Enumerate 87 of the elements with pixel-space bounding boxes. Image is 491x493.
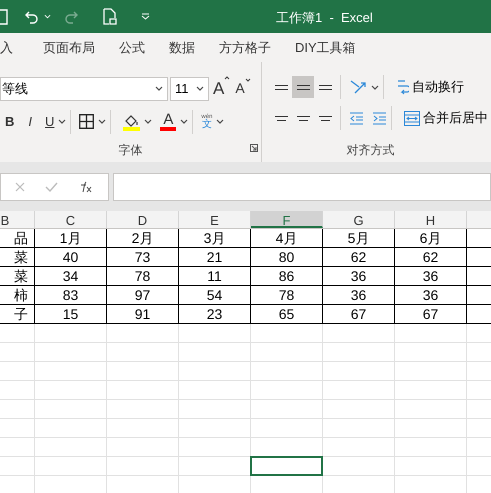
borders-icon[interactable] [79, 114, 94, 129]
group-label: 对齐方式 [346, 142, 394, 159]
column-header[interactable]: B [0, 211, 10, 228]
ribbon-tab[interactable]: 入 [0, 38, 13, 58]
caret-icon[interactable] [58, 119, 66, 124]
table-cell: 36 [350, 269, 366, 283]
table-cell: 23 [206, 307, 222, 321]
redo-icon [63, 8, 79, 24]
check-icon[interactable] [45, 182, 58, 192]
table-cell: 62 [422, 250, 438, 264]
caret-icon[interactable] [371, 84, 379, 90]
table-cell: 91 [134, 307, 150, 321]
font-size-field[interactable]: 11 [170, 76, 209, 101]
font-name-field[interactable]: 等线 [0, 76, 168, 101]
table-cell: 80 [278, 250, 294, 264]
merge-center-button[interactable]: 合并后居中 [423, 108, 488, 128]
customize-icon[interactable] [141, 13, 150, 20]
decrease-indent-icon[interactable] [349, 112, 364, 124]
font-color-button[interactable]: A [160, 112, 176, 131]
column-header[interactable]: F [282, 211, 290, 226]
table-cell: 86 [278, 269, 294, 283]
increase-indent-icon[interactable] [372, 112, 387, 124]
selected-cell[interactable] [250, 456, 323, 476]
wrap-text-icon[interactable] [396, 79, 409, 95]
ribbon-tab[interactable]: 公式 [107, 38, 157, 58]
grow-font-button[interactable]: A [213, 76, 230, 102]
caret-icon[interactable] [216, 119, 224, 124]
up-caret-icon [224, 76, 230, 80]
table-cell: 65 [278, 307, 294, 321]
table-cell: 15 [62, 307, 78, 321]
table-cell: 97 [134, 288, 150, 302]
ribbon-tab[interactable]: 页面布局 [31, 38, 107, 58]
wrap-text-button[interactable]: 自动换行 [412, 77, 464, 97]
table-cell: 62 [350, 250, 366, 264]
ribbon-tab[interactable]: 方方格子 [207, 38, 283, 58]
dialog-launcher-icon[interactable] [250, 144, 258, 152]
table-cell: 67 [422, 307, 438, 321]
table-cell: 3月 [204, 231, 226, 245]
column-header[interactable]: H [426, 211, 436, 228]
print-preview-icon[interactable] [103, 8, 117, 25]
table-cell: 78 [134, 269, 150, 283]
caret-icon[interactable] [180, 119, 188, 124]
caret-icon[interactable] [98, 119, 106, 124]
italic-button[interactable]: I [28, 112, 32, 132]
middle-align-button[interactable] [292, 76, 314, 98]
column-header[interactable]: D [138, 211, 148, 228]
caret-icon[interactable] [155, 86, 163, 92]
table-cell: 40 [62, 250, 78, 264]
down-caret-icon [244, 78, 251, 82]
table-cell: 73 [134, 250, 150, 264]
table-cell: 6月 [420, 231, 442, 245]
table-cell: 11 [207, 269, 222, 283]
function-icon[interactable] [78, 181, 92, 193]
column-header[interactable]: G [353, 211, 364, 228]
table-cell: 21 [206, 250, 222, 264]
ribbon-tab[interactable]: 数据 [157, 38, 207, 58]
column-header[interactable]: E [210, 211, 219, 228]
table-cell: 子 [14, 307, 28, 321]
shrink-font-button[interactable]: A [235, 78, 251, 100]
table-cell: 34 [62, 269, 78, 283]
caret-icon[interactable] [144, 119, 152, 124]
table-cell: 78 [278, 288, 294, 302]
table-cell: 36 [422, 269, 438, 283]
group-label: 字体 [118, 142, 142, 159]
table-cell: 柿 [14, 288, 28, 302]
table-cell: 5月 [348, 231, 370, 245]
underline-button[interactable]: U [45, 112, 54, 132]
table-cell: 菜 [14, 269, 28, 283]
table-cell: 菜 [14, 250, 28, 264]
undo-icon[interactable] [24, 8, 40, 24]
table-cell: 2月 [132, 231, 154, 245]
fill-color-icon[interactable] [123, 112, 140, 130]
table-cell: 1月 [60, 231, 82, 245]
table-cell: 83 [62, 288, 78, 302]
merge-center-icon[interactable] [404, 110, 420, 126]
window-title: 工作簿1 - Excel [276, 9, 373, 27]
table-cell: 67 [350, 307, 366, 321]
column-header[interactable]: C [66, 211, 76, 228]
table-cell: 36 [422, 288, 438, 302]
bold-button[interactable]: B [5, 112, 14, 132]
ribbon-tab[interactable]: DIY工具箱 [283, 38, 368, 58]
formula-input[interactable] [113, 173, 491, 201]
table-cell: 54 [206, 288, 222, 302]
table-cell: 4月 [276, 231, 298, 245]
table-cell: 36 [350, 288, 366, 302]
table-cell: 品 [14, 231, 28, 245]
caret-icon[interactable] [196, 86, 204, 92]
